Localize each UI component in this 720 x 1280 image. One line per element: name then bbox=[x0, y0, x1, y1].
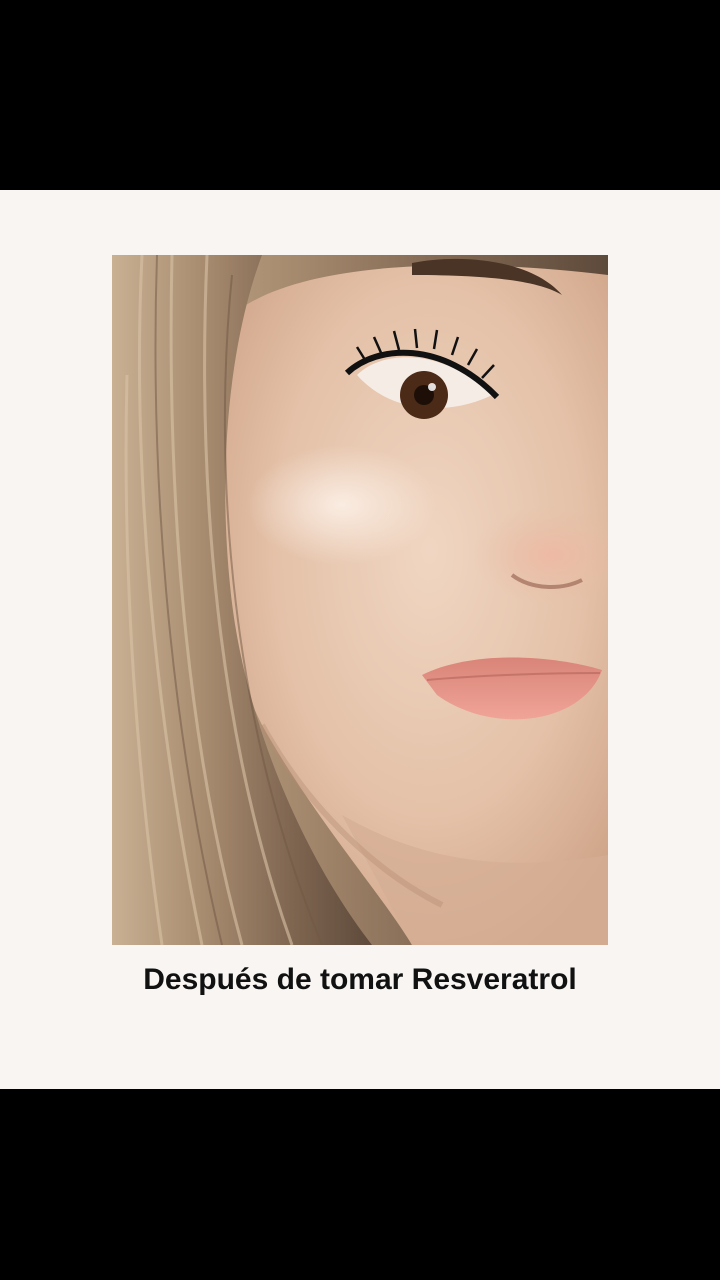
portrait-photo bbox=[112, 255, 608, 945]
cheek-highlight bbox=[247, 445, 437, 565]
portrait-illustration bbox=[112, 255, 608, 945]
content-card: Después de tomar Resveratrol bbox=[0, 190, 720, 1089]
caption-text: Después de tomar Resveratrol bbox=[143, 963, 577, 996]
video-frame: Después de tomar Resveratrol bbox=[0, 0, 720, 1280]
